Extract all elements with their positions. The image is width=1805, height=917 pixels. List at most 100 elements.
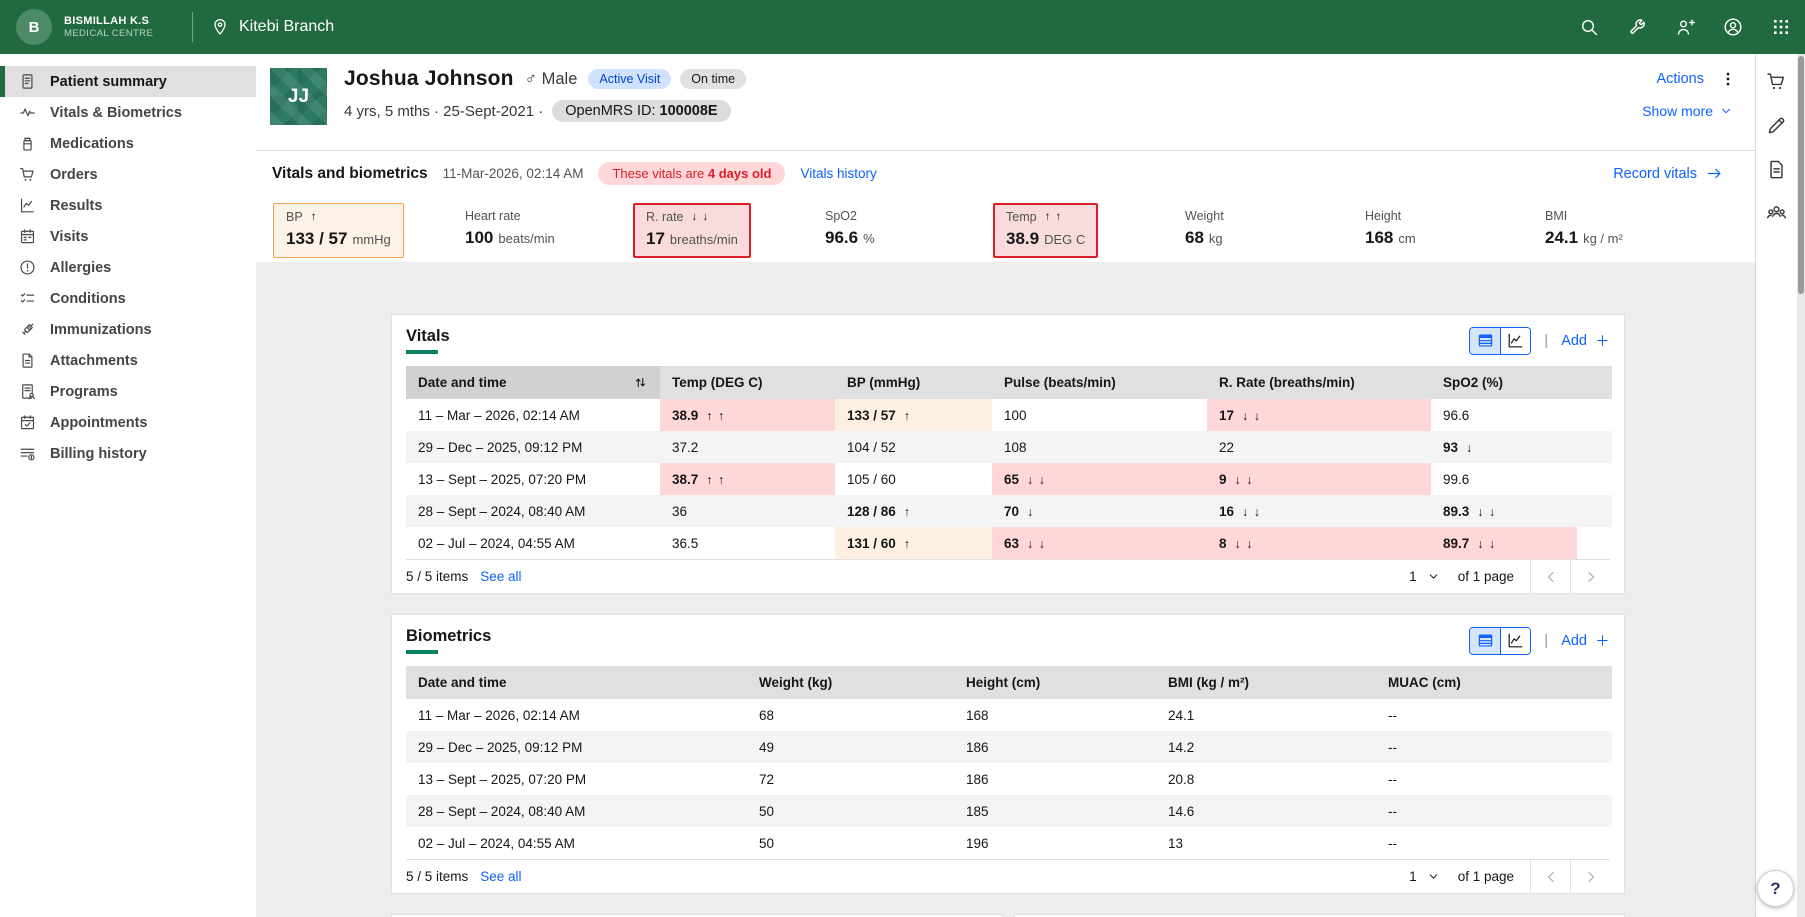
actions-button[interactable]: Actions bbox=[1656, 71, 1704, 87]
column-header: Date and time bbox=[406, 666, 747, 699]
trend-arrow-icon: ↓ ↓ bbox=[1235, 473, 1254, 487]
scrollbar-thumb[interactable] bbox=[1798, 56, 1804, 294]
value-cell: 93↓ bbox=[1431, 431, 1577, 463]
value-cell: 36.5 bbox=[660, 527, 835, 559]
table-row: 02 – Jul – 2024, 04:55 AM5019613-- bbox=[406, 827, 1612, 859]
sidebar-item-vitals-biometrics[interactable]: Vitals & Biometrics bbox=[0, 97, 256, 128]
tools-button[interactable] bbox=[1613, 0, 1661, 54]
chart-view-button[interactable] bbox=[1500, 628, 1530, 654]
vitals-card: Vitals | Add Date and timeTemp (DEG C)BP… bbox=[391, 314, 1625, 594]
top-header-bar: B BISMILLAH K.S MEDICAL CENTRE Kitebi Br… bbox=[0, 0, 1805, 54]
male-icon: ♂ bbox=[525, 70, 537, 88]
vitals-timestamp: 11-Mar-2026, 02:14 AM bbox=[443, 166, 584, 181]
column-header: R. Rate (breaths/min) bbox=[1207, 366, 1431, 399]
value-cell: 16↓ ↓ bbox=[1207, 495, 1431, 527]
page-scrollbar[interactable] bbox=[1797, 54, 1805, 917]
cart-icon bbox=[1766, 71, 1787, 92]
clinic-brand[interactable]: B BISMILLAH K.S MEDICAL CENTRE bbox=[0, 9, 192, 45]
people-button[interactable] bbox=[1764, 200, 1790, 226]
value-cell: 50 bbox=[747, 795, 954, 827]
tile-temp: Temp↑ ↑38.9DEG C bbox=[993, 196, 1173, 258]
column-header: SpO2 (%) bbox=[1431, 366, 1577, 399]
app-switcher-button[interactable] bbox=[1757, 0, 1805, 54]
trend-arrow-icon: ↑ bbox=[904, 409, 911, 423]
next-page-button[interactable] bbox=[1570, 560, 1610, 593]
search-button[interactable] bbox=[1565, 0, 1613, 54]
arrow-right-icon bbox=[1706, 165, 1723, 182]
table-view-button[interactable] bbox=[1470, 328, 1500, 354]
overflow-menu-icon[interactable] bbox=[1719, 70, 1737, 88]
next-page-button[interactable] bbox=[1570, 860, 1610, 893]
vitals-history-link[interactable]: Vitals history bbox=[800, 166, 876, 181]
plus-icon bbox=[1595, 633, 1610, 648]
trend-arrow-icon: ↑ bbox=[904, 537, 911, 551]
value-cell: 13 bbox=[1156, 827, 1376, 859]
see-all-link[interactable]: See all bbox=[480, 869, 521, 884]
filler-cell bbox=[1577, 431, 1612, 463]
column-header[interactable]: Date and time bbox=[406, 366, 660, 399]
page-size-select[interactable]: 1 bbox=[1395, 860, 1446, 893]
sidebar-item-visits[interactable]: Visits bbox=[0, 221, 256, 252]
table-row: 11 – Mar – 2026, 02:14 AM6816824.1-- bbox=[406, 699, 1612, 731]
document-button[interactable] bbox=[1764, 156, 1790, 182]
add-vitals-button[interactable]: Add bbox=[1561, 333, 1610, 349]
value-cell: 17↓ ↓ bbox=[1207, 399, 1431, 431]
left-sidebar: Patient summaryVitals & BiometricsMedica… bbox=[0, 54, 256, 917]
value-cell: 49 bbox=[747, 731, 954, 763]
value-cell: 38.9↑ ↑ bbox=[660, 399, 835, 431]
plus-icon bbox=[1595, 333, 1610, 348]
value-cell: 186 bbox=[954, 731, 1156, 763]
table-row: 29 – Dec – 2025, 09:12 PM4918614.2-- bbox=[406, 731, 1612, 763]
sidebar-item-orders[interactable]: Orders bbox=[0, 159, 256, 190]
record-vitals-link[interactable]: Record vitals bbox=[1613, 165, 1723, 182]
filler-cell bbox=[1577, 495, 1612, 527]
sidebar-item-patient-summary[interactable]: Patient summary bbox=[0, 66, 256, 97]
trend-arrow-icon: ↑ ↑ bbox=[1045, 211, 1063, 223]
sidebar-item-allergies[interactable]: Allergies bbox=[0, 252, 256, 283]
chevron-left-icon bbox=[1543, 569, 1559, 585]
section-title: Vitals and biometrics bbox=[272, 165, 428, 183]
chart-view-button[interactable] bbox=[1500, 328, 1530, 354]
tile-weight: Weight68kg bbox=[1173, 196, 1353, 256]
sidebar-item-results[interactable]: Results bbox=[0, 190, 256, 221]
user-add-button[interactable] bbox=[1661, 0, 1709, 54]
trend-arrow-icon: ↓ ↓ bbox=[1242, 505, 1261, 519]
sidebar-item-billing-history[interactable]: Billing history bbox=[0, 438, 256, 469]
table-view-button[interactable] bbox=[1470, 628, 1500, 654]
biometrics-card: Biometrics | Add Date and timeWeight (kg… bbox=[391, 614, 1625, 894]
date-cell: 13 – Sept – 2025, 07:20 PM bbox=[406, 763, 747, 795]
items-count: 5 / 5 items bbox=[406, 569, 468, 584]
sidebar-item-programs[interactable]: Programs bbox=[0, 376, 256, 407]
biometrics-pagination: 5 / 5 items See all 1 of 1 page bbox=[406, 859, 1610, 893]
filler-cell bbox=[1577, 527, 1612, 559]
tile-bp: BP↑133 / 57mmHg bbox=[273, 196, 453, 258]
show-more-button[interactable]: Show more bbox=[1642, 103, 1733, 119]
tile-height: Height168cm bbox=[1353, 196, 1533, 256]
report-icon bbox=[19, 73, 36, 90]
add-biometrics-button[interactable]: Add bbox=[1561, 633, 1610, 649]
page-size-select[interactable]: 1 bbox=[1395, 560, 1446, 593]
pencil-button[interactable] bbox=[1764, 112, 1790, 138]
value-cell: -- bbox=[1376, 795, 1612, 827]
user-avatar-button[interactable] bbox=[1709, 0, 1757, 54]
patient-sex: ♂ Male bbox=[525, 70, 578, 89]
value-cell: 14.2 bbox=[1156, 731, 1376, 763]
see-all-link[interactable]: See all bbox=[480, 569, 521, 584]
sidebar-item-immunizations[interactable]: Immunizations bbox=[0, 314, 256, 345]
sidebar-item-attachments[interactable]: Attachments bbox=[0, 345, 256, 376]
table-view-icon bbox=[1477, 632, 1494, 649]
help-button[interactable]: ? bbox=[1757, 870, 1794, 907]
value-cell: 22 bbox=[1207, 431, 1431, 463]
sidebar-item-medications[interactable]: Medications bbox=[0, 128, 256, 159]
document-icon bbox=[1766, 159, 1787, 180]
location-selector[interactable]: Kitebi Branch bbox=[211, 18, 334, 36]
cart-button[interactable] bbox=[1764, 68, 1790, 94]
sidebar-item-appointments[interactable]: Appointments bbox=[0, 407, 256, 438]
tile-heart-rate: Heart rate100beats/min bbox=[453, 196, 633, 256]
prev-page-button[interactable] bbox=[1530, 860, 1570, 893]
sidebar-item-conditions[interactable]: Conditions bbox=[0, 283, 256, 314]
value-cell: 36 bbox=[660, 495, 835, 527]
user-add-icon bbox=[1675, 17, 1695, 37]
prev-page-button[interactable] bbox=[1530, 560, 1570, 593]
value-cell: 96.6 bbox=[1431, 399, 1577, 431]
